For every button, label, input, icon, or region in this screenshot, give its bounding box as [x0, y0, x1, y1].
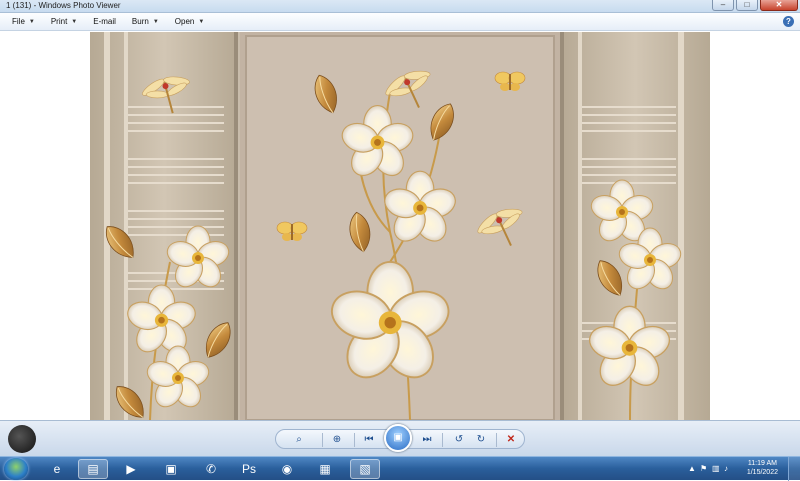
- rotate-counterclockwise-icon[interactable]: ↺: [450, 432, 468, 448]
- photo-viewer-icon[interactable]: ▧: [350, 459, 380, 479]
- close-button[interactable]: ✕: [760, 0, 798, 11]
- show-desktop-button[interactable]: [788, 457, 800, 481]
- menu-burn[interactable]: Burn ▼: [124, 14, 167, 30]
- window-title: 1 (131) - Windows Photo Viewer: [6, 1, 121, 10]
- menu-file[interactable]: File ▼: [4, 14, 43, 30]
- clock-date: 1/15/2022: [746, 469, 778, 476]
- chevron-up-icon[interactable]: ▲: [688, 464, 696, 473]
- divider: [496, 433, 497, 447]
- navigation-controls: ⌕ ⊕ ⏮ ▣ ⏭ ↺ ↻ ✕: [275, 424, 525, 452]
- chevron-down-icon: ▼: [152, 18, 159, 25]
- actual-size-icon[interactable]: ⊕: [328, 432, 346, 448]
- rotate-clockwise-icon[interactable]: ↻: [472, 432, 490, 448]
- previous-icon[interactable]: ⏮: [360, 432, 378, 448]
- divider: [322, 433, 323, 447]
- calculator-icon[interactable]: ▦: [310, 459, 340, 479]
- system-tray: ▲ ⚑ ▥ ♪ 11:19 AM 1/15/2022: [680, 457, 800, 481]
- menu-print-label: Print: [50, 17, 68, 26]
- clock[interactable]: 11:19 AM 1/15/2022: [747, 459, 778, 477]
- slideshow-icon[interactable]: ▣: [384, 424, 412, 452]
- flag-icon[interactable]: ⚑: [700, 464, 707, 473]
- help-icon[interactable]: ?: [783, 16, 794, 27]
- menu-print[interactable]: Print ▼: [43, 14, 85, 30]
- window-buttons: – □ ✕: [712, 0, 798, 12]
- chevron-down-icon: ▼: [198, 18, 205, 25]
- viewer-control-bar: ⌕ ⊕ ⏮ ▣ ⏭ ↺ ↻ ✕: [0, 420, 800, 456]
- zoom-icon[interactable]: ⌕: [290, 432, 308, 448]
- chevron-down-icon: ▼: [28, 18, 35, 25]
- media-player-icon[interactable]: ▶: [116, 459, 146, 479]
- menu-open[interactable]: Open ▼: [167, 14, 213, 30]
- network-icon[interactable]: ▥: [712, 464, 720, 473]
- minimize-button[interactable]: –: [712, 0, 734, 11]
- divider: [354, 433, 355, 447]
- next-icon[interactable]: ⏭: [418, 432, 436, 448]
- delete-icon[interactable]: ✕: [502, 432, 520, 448]
- photo-viewer-window: 1 (131) - Windows Photo Viewer – □ ✕ Fil…: [0, 0, 800, 456]
- app-icon[interactable]: ▣: [156, 459, 186, 479]
- chrome-icon[interactable]: ◉: [272, 459, 302, 479]
- internet-explorer-icon[interactable]: e: [42, 459, 72, 479]
- start-button[interactable]: [4, 458, 28, 480]
- maximize-button[interactable]: □: [736, 0, 758, 11]
- chevron-down-icon: ▼: [71, 18, 78, 25]
- phone-icon[interactable]: ✆: [196, 459, 226, 479]
- menu-email-label: E-mail: [93, 17, 116, 26]
- title-bar[interactable]: 1 (131) - Windows Photo Viewer – □ ✕: [0, 0, 800, 13]
- image-viewport[interactable]: [0, 32, 800, 420]
- menu-file-label: File: [12, 17, 25, 26]
- taskbar: e ▤ ▶ ▣ ✆ Ps ◉ ▦ ▧ ▲ ⚑ ▥ ♪ 11:19 AM 1/15…: [0, 456, 800, 481]
- clock-time: 11:19 AM: [747, 460, 777, 467]
- volume-icon[interactable]: ♪: [724, 464, 728, 473]
- menu-burn-label: Burn: [131, 17, 149, 26]
- divider: [442, 433, 443, 447]
- menu-email[interactable]: E-mail: [85, 14, 124, 30]
- menu-bar: File ▼ Print ▼ E-mail Burn ▼ Open ▼ ?: [0, 13, 800, 31]
- menu-open-label: Open: [174, 17, 195, 26]
- displayed-photo: [90, 32, 710, 420]
- floral-wallpaper-image: [90, 32, 710, 420]
- avatar: [8, 425, 36, 453]
- photoshop-icon[interactable]: Ps: [234, 459, 264, 479]
- file-explorer-icon[interactable]: ▤: [78, 459, 108, 479]
